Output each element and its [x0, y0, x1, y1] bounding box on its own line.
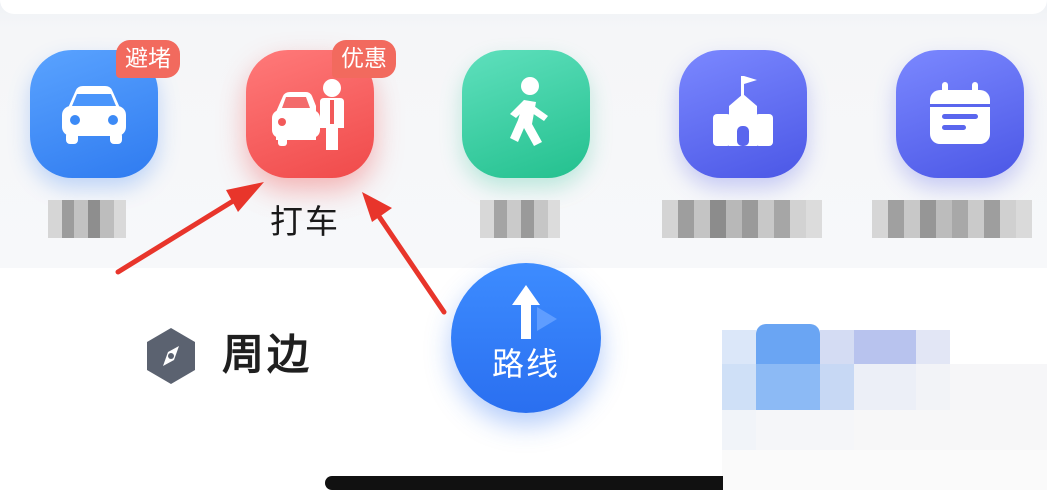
- annotation-arrows: [115, 182, 447, 315]
- right-annotation-arrow: [362, 192, 447, 315]
- app-screen: 避堵 优惠 打车 周边 路线: [0, 0, 1047, 490]
- left-annotation-arrow: [115, 182, 264, 275]
- home-indicator[interactable]: [325, 476, 723, 490]
